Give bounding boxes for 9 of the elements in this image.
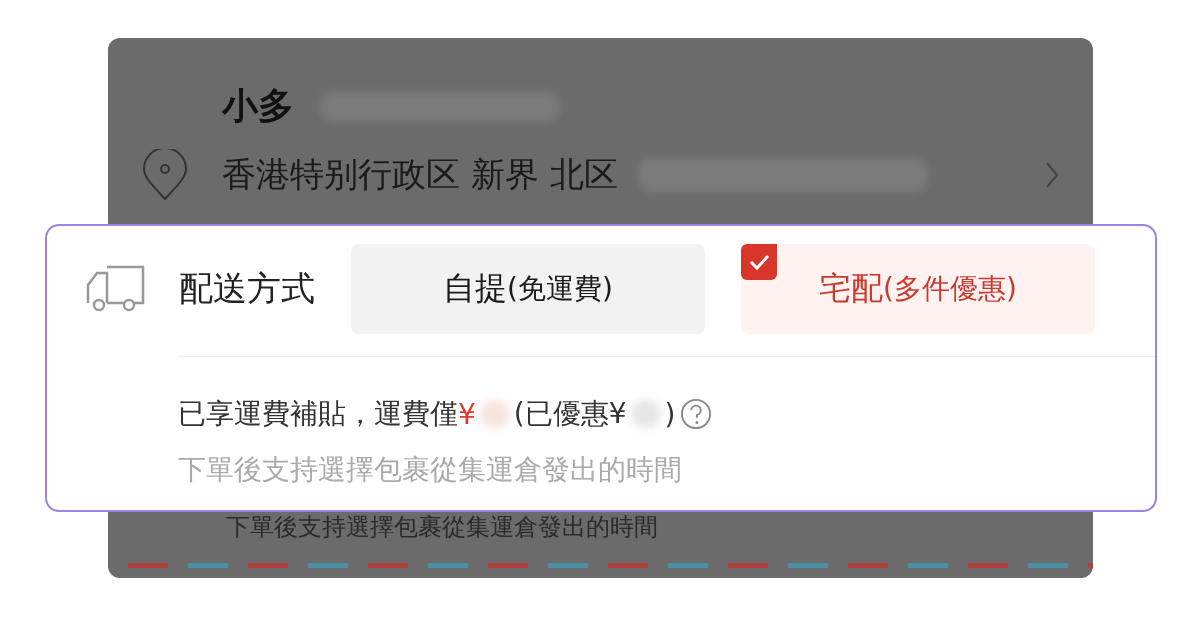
hint-text: 下單後支持選擇包裹從集運倉發出的時間 [225, 512, 659, 543]
fee-text: 已享運費補貼，運費僅 [178, 396, 458, 432]
hint-text: 下單後支持選擇包裹從集運倉發出的時間 [177, 452, 683, 488]
recipient-name: 小多 [222, 84, 294, 128]
fee-text: ) [664, 397, 676, 431]
address-text: 香港特别行政区 新界 北区 [222, 153, 618, 196]
delivery-method-label: 配送方式 [179, 267, 315, 310]
fee-text: (已優惠¥ [513, 396, 627, 432]
currency-symbol: ¥ [458, 397, 476, 431]
